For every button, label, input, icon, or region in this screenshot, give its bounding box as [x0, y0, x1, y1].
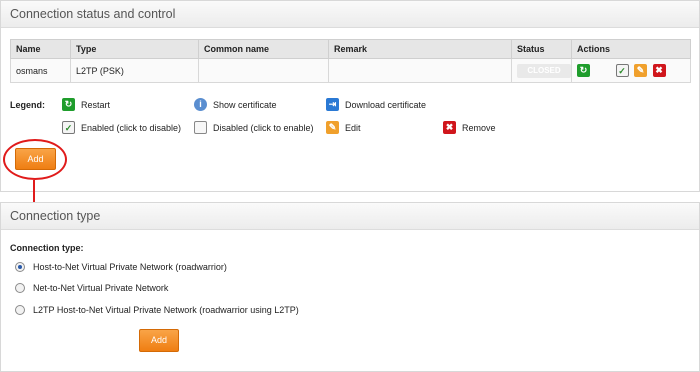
add-button[interactable]: Add	[139, 329, 179, 352]
legend-restart: ↻ Restart	[62, 98, 110, 111]
cell-name: osmans	[10, 58, 71, 83]
remove-icon[interactable]: ✖	[652, 64, 666, 77]
checkbox-empty-icon	[194, 121, 207, 134]
table-header-row: Name Type Common name Remark Status Acti…	[10, 39, 691, 59]
cell-actions: ↻ ✓ ✎ ✖	[571, 58, 691, 83]
checkbox-checked-icon: ✓	[62, 121, 75, 134]
radio-option-l2tp[interactable]: L2TP Host-to-Net Virtual Private Network…	[15, 305, 299, 315]
restart-icon: ↻	[62, 98, 75, 111]
info-icon: i	[194, 98, 207, 111]
edit-icon[interactable]: ✎	[634, 64, 648, 77]
radio-label: Net-to-Net Virtual Private Network	[33, 283, 169, 293]
connection-type-panel: Connection type Connection type: Host-to…	[0, 202, 700, 372]
column-header-common-name: Common name	[198, 39, 329, 59]
radio-option-net-to-net[interactable]: Net-to-Net Virtual Private Network	[15, 283, 168, 293]
connection-type-label: Connection type:	[10, 243, 84, 253]
column-header-name: Name	[10, 39, 71, 59]
highlight-ring	[3, 139, 67, 180]
column-header-type: Type	[70, 39, 199, 59]
legend-download-certificate-label: Download certificate	[345, 99, 427, 110]
panel-title: Connection type	[1, 203, 699, 230]
panel-title: Connection status and control	[1, 1, 699, 28]
radio-option-host-to-net[interactable]: Host-to-Net Virtual Private Network (roa…	[15, 262, 227, 272]
legend-enabled-label: Enabled (click to disable)	[81, 122, 182, 133]
status-badge: CLOSED	[517, 63, 571, 78]
column-header-status: Status	[511, 39, 572, 59]
remove-icon: ✖	[443, 121, 456, 134]
legend-show-certificate-label: Show certificate	[213, 99, 277, 110]
radio-button-checked[interactable]	[15, 262, 25, 272]
radio-button[interactable]	[15, 283, 25, 293]
cell-common-name	[198, 58, 329, 83]
edit-icon: ✎	[326, 121, 339, 134]
legend-disabled-label: Disabled (click to enable)	[213, 122, 314, 133]
table-row: osmans L2TP (PSK) CLOSED ↻ ✓ ✎ ✖	[10, 58, 691, 83]
legend-disabled: Disabled (click to enable)	[194, 121, 314, 134]
legend-show-certificate: i Show certificate	[194, 98, 277, 111]
legend-restart-label: Restart	[81, 99, 111, 110]
radio-button[interactable]	[15, 305, 25, 315]
download-icon: ⇥	[326, 98, 339, 111]
radio-label: Host-to-Net Virtual Private Network (roa…	[33, 262, 227, 272]
connection-table: Name Type Common name Remark Status Acti…	[10, 39, 691, 83]
legend-remove-label: Remove	[462, 122, 496, 133]
column-header-remark: Remark	[328, 39, 512, 59]
legend-enabled: ✓ Enabled (click to disable)	[62, 121, 181, 134]
legend-edit-label: Edit	[345, 122, 361, 133]
column-header-actions: Actions	[571, 39, 691, 59]
legend-remove: ✖ Remove	[443, 121, 496, 134]
restart-icon[interactable]: ↻	[577, 64, 590, 77]
radio-label: L2TP Host-to-Net Virtual Private Network…	[33, 305, 299, 315]
legend-edit: ✎ Edit	[326, 121, 361, 134]
cell-status: CLOSED	[511, 58, 572, 83]
legend-download-certificate: ⇥ Download certificate	[326, 98, 426, 111]
enabled-checkbox-icon[interactable]: ✓	[615, 64, 629, 77]
legend-label: Legend:	[10, 100, 45, 110]
connection-status-panel: Connection status and control Name Type …	[0, 0, 700, 192]
cell-remark	[328, 58, 512, 83]
cell-type: L2TP (PSK)	[70, 58, 199, 83]
